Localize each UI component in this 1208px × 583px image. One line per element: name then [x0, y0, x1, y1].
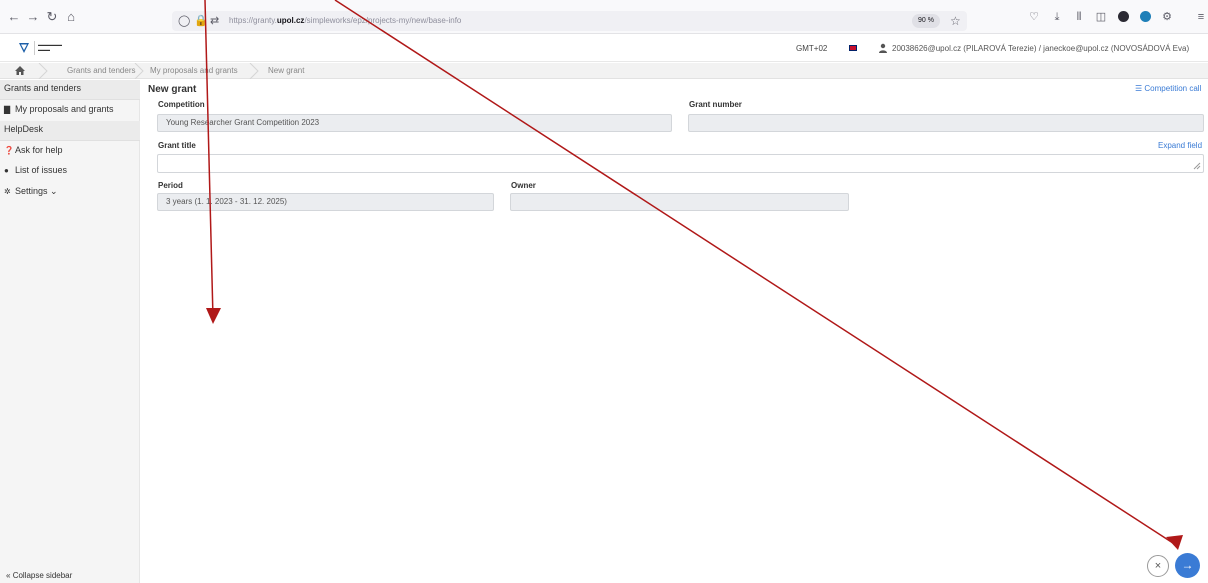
period-label: Period [158, 181, 183, 190]
user-icon [879, 43, 887, 53]
owner-field[interactable] [510, 193, 849, 211]
competition-field[interactable]: Young Researcher Grant Competition 2023 [157, 114, 672, 132]
bookmark-star-icon[interactable]: ☆ [950, 13, 961, 29]
logo-wordmark: ▬▬▬▬▬▬ ▬▬▬ [38, 42, 62, 52]
breadcrumb: Grants and tenders My proposals and gran… [0, 63, 1208, 79]
expand-field-link[interactable]: Expand field [1158, 141, 1202, 150]
grant-number-field[interactable] [688, 114, 1204, 132]
question-icon: ❓ [4, 146, 14, 155]
grant-title-label: Grant title [158, 141, 196, 150]
logo-divider [34, 41, 35, 55]
timezone: GMT+02 [796, 44, 828, 53]
menu-icon[interactable]: ≡ [1193, 9, 1208, 25]
app-header: ▬▬▬▬▬▬ ▬▬▬ GMT+02 20038626@upol.cz (PILAR… [0, 34, 1208, 62]
gear-icon: ✲ [4, 187, 11, 196]
breadcrumb-my-proposals[interactable]: My proposals and grants [150, 66, 238, 75]
arrow-right-icon: → [1181, 558, 1194, 572]
sidebar-item-settings[interactable]: ✲ Settings ⌄ [0, 183, 140, 203]
competition-call-link[interactable]: ☰ Competition call [1135, 84, 1201, 93]
url-text[interactable]: https://granty.upol.cz/simpleworks/epz/p… [229, 16, 461, 25]
user-account[interactable]: 20038626@upol.cz (PILAROVÁ Terezie) / ja… [892, 44, 1189, 53]
competition-call-label: Competition call [1144, 84, 1202, 93]
extension-puzzle-icon[interactable]: ⚙ [1159, 9, 1175, 25]
sidebar-section-helpdesk[interactable]: HelpDesk [0, 121, 140, 141]
sidebar-section-grants[interactable]: Grants and tenders [0, 80, 140, 100]
file-icon: ▇ [4, 105, 11, 114]
sidebar-toggle-icon[interactable]: ◫ [1093, 9, 1109, 25]
competition-label: Competition [158, 100, 205, 109]
permissions-icon[interactable]: ⇄ [210, 13, 219, 29]
grant-title-input[interactable] [157, 154, 1204, 173]
reload-icon[interactable]: ↻ [44, 9, 60, 25]
url-bar[interactable]: ◯ 🔒 ⇄ https://granty.upol.cz/simpleworks… [172, 11, 967, 31]
home-icon[interactable] [14, 64, 26, 77]
sidebar-item-my-proposals[interactable]: ▇ My proposals and grants [0, 101, 140, 121]
next-button[interactable]: → [1175, 553, 1200, 578]
collapse-sidebar-label: Collapse sidebar [12, 571, 73, 580]
collapse-sidebar-button[interactable]: « Collapse sidebar [6, 571, 72, 580]
breadcrumb-separator-icon [38, 63, 48, 79]
sidebar-item-ask-for-help[interactable]: ❓Ask for help [0, 142, 140, 162]
forward-icon[interactable]: → [25, 9, 41, 25]
library-icon[interactable]: ⫴ [1071, 9, 1087, 25]
annotation-arrowhead [206, 308, 221, 324]
comment-icon: ● [4, 166, 9, 175]
language-flag-icon[interactable] [849, 45, 857, 51]
list-icon: ☰ [1135, 84, 1143, 93]
home-icon[interactable]: ⌂ [63, 9, 79, 25]
grant-number-label: Grant number [689, 100, 742, 109]
lock-icon[interactable]: 🔒 [194, 13, 208, 29]
zoom-level[interactable]: 90 % [912, 14, 940, 28]
university-logo-icon[interactable] [18, 42, 30, 54]
double-chevron-left-icon: « [6, 571, 11, 580]
browser-toolbar: ← → ↻ ⌂ ◯ 🔒 ⇄ https://granty.upol.cz/sim… [0, 0, 1208, 34]
sidebar-item-label: Ask for help [15, 145, 63, 155]
resize-handle-icon[interactable] [1193, 162, 1201, 170]
shield-icon[interactable]: ◯ [178, 13, 190, 29]
sidebar-item-label: Settings ⌄ [15, 186, 58, 196]
sidebar-item-label: My proposals and grants [15, 104, 114, 114]
cancel-button[interactable]: × [1147, 555, 1169, 577]
page-title: New grant [148, 84, 197, 95]
annotation-arrow-next [334, 0, 1177, 546]
extension-blue-icon[interactable] [1140, 11, 1151, 22]
back-icon[interactable]: ← [6, 9, 22, 25]
annotation-arrowhead [1166, 535, 1183, 550]
download-icon[interactable]: ⤓ [1049, 9, 1065, 25]
breadcrumb-grants-and-tenders[interactable]: Grants and tenders [67, 66, 135, 75]
sidebar-item-label: List of issues [15, 165, 68, 175]
app-window: ← → ↻ ⌂ ◯ 🔒 ⇄ https://granty.upol.cz/sim… [0, 0, 1208, 583]
period-field[interactable]: 3 years (1. 1. 2023 - 31. 12. 2025) [157, 193, 494, 211]
pocket-icon[interactable]: ♡ [1026, 9, 1042, 25]
extension-icon[interactable] [1118, 11, 1129, 22]
close-icon: × [1154, 560, 1162, 572]
breadcrumb-new-grant: New grant [268, 66, 305, 75]
sidebar: Grants and tenders ▇ My proposals and gra… [0, 80, 140, 583]
breadcrumb-separator-icon [249, 63, 259, 79]
owner-label: Owner [511, 181, 536, 190]
breadcrumb-separator-icon [134, 63, 144, 79]
sidebar-item-list-of-issues[interactable]: ● List of issues [0, 162, 140, 182]
